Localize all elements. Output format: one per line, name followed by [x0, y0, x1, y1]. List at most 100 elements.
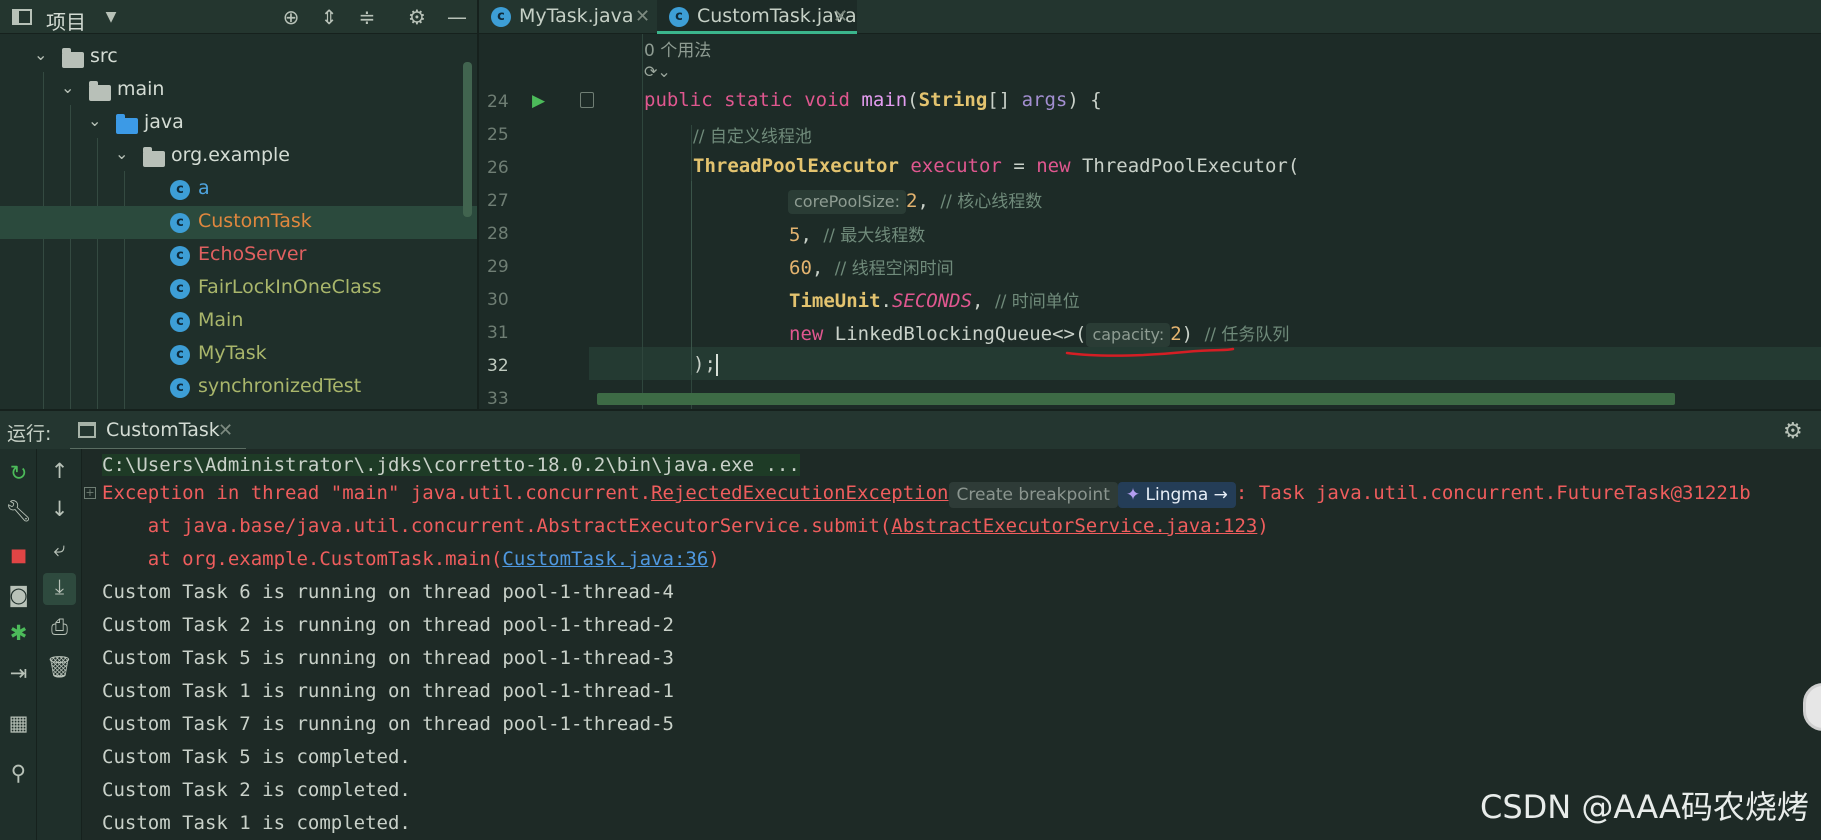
- tree-item-synchronizedtest[interactable]: c synchronizedTest: [0, 371, 477, 404]
- print-icon[interactable]: ⎙: [37, 615, 82, 640]
- arrow-up-icon[interactable]: ↑: [37, 459, 82, 483]
- stop-icon[interactable]: ■: [0, 545, 37, 566]
- code-comment: // 线程空闲时间: [834, 259, 954, 279]
- code-comment: // 任务队列: [1204, 325, 1290, 345]
- code-line-24[interactable]: public static void main(String[] args) {: [644, 89, 1102, 111]
- project-panel-title[interactable]: 项目: [46, 6, 86, 35]
- console-command-line[interactable]: C:\Users\Administrator\.jdks\corretto-18…: [102, 454, 800, 476]
- tree-item-echoserver[interactable]: c EchoServer: [0, 239, 477, 272]
- bookmark-gutter-icon[interactable]: [580, 92, 594, 108]
- expand-icon[interactable]: +: [84, 487, 96, 499]
- stack-trace-link[interactable]: AbstractExecutorService.java:123: [891, 515, 1257, 537]
- chevron-down-icon[interactable]: ⌄: [115, 144, 133, 163]
- minimize-icon[interactable]: —: [444, 4, 470, 30]
- class-icon: c: [669, 7, 689, 27]
- chevron-down-icon[interactable]: ▼: [98, 4, 124, 30]
- scroll-to-end-icon[interactable]: ⤓: [37, 575, 82, 600]
- tree-item-main[interactable]: ⌄ main: [0, 74, 477, 107]
- console-output-line: Custom Task 1 is completed.: [102, 812, 411, 834]
- gear-icon[interactable]: ⚙: [404, 4, 430, 30]
- chevron-down-icon[interactable]: ⌄: [34, 45, 52, 64]
- collapse-all-icon[interactable]: ≑: [354, 4, 380, 30]
- close-icon[interactable]: ✕: [218, 420, 233, 441]
- tree-item-a[interactable]: c a: [0, 173, 477, 206]
- line-number: 28: [487, 224, 509, 244]
- tab-mytask-java[interactable]: c MyTask.java ✕: [479, 0, 655, 34]
- indent-guide: [691, 181, 692, 375]
- editor-tabbar: c MyTask.java ✕ c CustomTask.java ✕: [479, 0, 1821, 34]
- tree-item-label: Main: [198, 309, 244, 331]
- chevron-down-icon[interactable]: ⌄: [88, 111, 106, 130]
- tree-item-label: CustomTask: [198, 210, 312, 232]
- watermark: CSDN @AAA码农烧烤: [1480, 788, 1809, 826]
- code-token: ) {: [1067, 89, 1102, 111]
- code-line-26[interactable]: ThreadPoolExecutor executor = new Thread…: [693, 155, 1299, 177]
- close-icon[interactable]: ✕: [635, 6, 650, 27]
- tree-item-main-class[interactable]: c Main: [0, 305, 477, 338]
- code-token: new: [1036, 155, 1071, 177]
- code-token: .: [880, 290, 892, 312]
- code-line-27[interactable]: corePoolSize: 2, // 核心线程数: [788, 187, 1042, 214]
- code-token: public: [644, 89, 713, 111]
- gear-icon[interactable]: ⚙: [1783, 419, 1803, 444]
- project-scrollbar[interactable]: [463, 62, 472, 217]
- tree-item-customtask[interactable]: c CustomTask: [0, 206, 477, 239]
- camera-icon[interactable]: ◙: [0, 583, 37, 607]
- login-icon[interactable]: ⇥: [0, 661, 37, 685]
- lingma-button[interactable]: ✦ Lingma →: [1117, 482, 1236, 508]
- code-token: static: [724, 89, 793, 111]
- console-output-line: Custom Task 2 is running on thread pool-…: [102, 614, 674, 636]
- tree-item-org-example[interactable]: ⌄ org.example: [0, 140, 477, 173]
- arrow-down-icon[interactable]: ↓: [37, 497, 82, 521]
- code-token: []: [987, 89, 1022, 111]
- run-tab-label: CustomTask: [106, 419, 220, 441]
- rerun-icon[interactable]: ↻: [0, 461, 37, 485]
- code-line-31[interactable]: new LinkedBlockingQueue<>(capacity: 2) //…: [789, 320, 1289, 347]
- code-token: new: [789, 323, 824, 345]
- code-line-28[interactable]: 5, // 最大线程数: [789, 221, 925, 246]
- locate-icon[interactable]: ⊕: [278, 4, 304, 30]
- create-breakpoint-button[interactable]: Create breakpoint: [948, 482, 1118, 508]
- run-tab-customtask[interactable]: CustomTask ✕: [70, 411, 246, 451]
- run-panel-label: 运行:: [7, 423, 52, 445]
- chevron-down-icon[interactable]: ⌄: [61, 78, 79, 97]
- expand-all-icon[interactable]: ⇕: [316, 4, 342, 30]
- debug-icon[interactable]: ✱: [0, 621, 37, 645]
- code-token: );: [693, 353, 716, 375]
- soft-wrap-icon[interactable]: ⤶: [37, 537, 82, 562]
- code-token: LinkedBlockingQueue<>(: [823, 323, 1087, 345]
- console-output-line: Custom Task 5 is running on thread pool-…: [102, 647, 674, 669]
- wrench-icon[interactable]: 🔧︎: [0, 499, 37, 524]
- trash-icon[interactable]: 🗑︎: [37, 655, 82, 680]
- layout-icon[interactable]: ▦: [0, 711, 37, 735]
- code-token: 5: [789, 224, 801, 246]
- code-line-32[interactable]: );: [693, 353, 718, 376]
- usage-hint[interactable]: 0 个用法: [644, 36, 711, 61]
- tree-item-mytask[interactable]: c MyTask: [0, 338, 477, 371]
- pin-icon[interactable]: ⚲: [0, 761, 37, 785]
- param-hint: corePoolSize:: [788, 190, 906, 214]
- line-number: 24: [487, 92, 509, 112]
- close-icon[interactable]: ✕: [833, 6, 848, 27]
- project-panel: 项目 ▼ ⊕ ⇕ ≑ ⚙ — ⌄ src ⌄ main ⌄ java ⌄ org…: [0, 0, 477, 409]
- class-icon: c: [170, 246, 190, 266]
- run-toolbar-secondary: ↑ ↓ ⤶ ⤓ ⎙ 🗑︎: [37, 449, 82, 840]
- code-editor[interactable]: c MyTask.java ✕ c CustomTask.java ✕ 24 2…: [479, 0, 1821, 409]
- exception-class-link[interactable]: RejectedExecutionException: [651, 482, 948, 504]
- console-exception-line: Exception in thread "main" java.util.con…: [102, 482, 1751, 508]
- code-line-25[interactable]: // 自定义线程池: [693, 122, 812, 147]
- code-line-30[interactable]: TimeUnit.SECONDS, // 时间单位: [789, 287, 1080, 312]
- ai-assist-icon[interactable]: ⟳⌄: [644, 62, 671, 81]
- stack-trace-link[interactable]: CustomTask.java:36: [502, 548, 708, 570]
- indent-guide: [642, 34, 643, 409]
- tree-item-fairlockinoneclass[interactable]: c FairLockInOneClass: [0, 272, 477, 305]
- run-gutter-icon[interactable]: ▶: [532, 91, 545, 111]
- editor-horizontal-scrollbar[interactable]: [597, 393, 1675, 405]
- code-token: 60: [789, 257, 812, 279]
- tree-item-java[interactable]: ⌄ java: [0, 107, 477, 140]
- project-view-icon[interactable]: [12, 9, 32, 25]
- tree-item-src[interactable]: ⌄ src: [0, 41, 477, 74]
- tab-label: MyTask.java: [519, 5, 634, 27]
- tab-customtask-java[interactable]: c CustomTask.java ✕: [657, 0, 857, 34]
- code-line-29[interactable]: 60, // 线程空闲时间: [789, 254, 954, 279]
